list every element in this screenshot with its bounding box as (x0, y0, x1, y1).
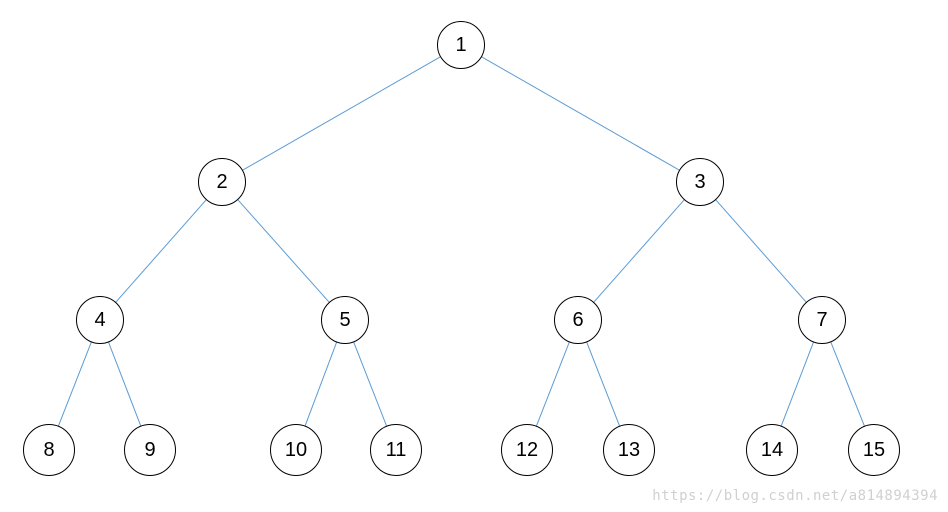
tree-node-4: 4 (76, 296, 124, 344)
tree-node-8: 8 (23, 424, 75, 476)
tree-node-6: 6 (554, 296, 602, 344)
tree-edge (243, 57, 440, 170)
tree-node-label: 15 (863, 439, 885, 462)
tree-node-label: 12 (516, 439, 538, 462)
tree-node-label: 9 (144, 439, 155, 462)
tree-node-10: 10 (270, 424, 322, 476)
tree-node-2: 2 (198, 158, 246, 206)
tree-node-label: 4 (94, 309, 105, 332)
tree-node-label: 5 (339, 309, 350, 332)
tree-node-label: 3 (694, 171, 705, 194)
tree-edge (305, 342, 336, 425)
tree-edge (109, 342, 141, 425)
tree-node-label: 11 (386, 439, 407, 462)
tree-node-13: 13 (603, 424, 655, 476)
tree-node-label: 1 (455, 34, 466, 57)
tree-node-12: 12 (501, 424, 553, 476)
tree-edge (831, 342, 864, 426)
tree-edge (594, 200, 684, 302)
tree-node-label: 8 (43, 439, 54, 462)
tree-node-label: 6 (572, 309, 583, 332)
tree-node-label: 7 (816, 309, 827, 332)
tree-edge (482, 57, 679, 170)
tree-node-9: 9 (124, 424, 176, 476)
tree-edge (716, 200, 806, 302)
tree-edge (116, 200, 206, 302)
watermark-text: https://blog.csdn.net/a814894394 (652, 488, 938, 504)
tree-node-label: 13 (618, 439, 640, 462)
tree-node-label: 14 (761, 439, 783, 462)
tree-node-14: 14 (746, 424, 798, 476)
tree-node-label: 2 (216, 171, 227, 194)
tree-node-5: 5 (321, 296, 369, 344)
tree-edge (536, 342, 569, 425)
tree-node-15: 15 (848, 424, 900, 476)
tree-edge (781, 342, 813, 425)
tree-node-11: 11 (370, 424, 422, 476)
tree-node-3: 3 (676, 158, 724, 206)
tree-edge (587, 342, 620, 425)
tree-edge (238, 200, 329, 302)
tree-node-label: 10 (285, 439, 307, 462)
tree-edge (354, 342, 387, 425)
tree-node-7: 7 (798, 296, 846, 344)
tree-edge (58, 342, 91, 425)
tree-node-1: 1 (437, 21, 485, 69)
